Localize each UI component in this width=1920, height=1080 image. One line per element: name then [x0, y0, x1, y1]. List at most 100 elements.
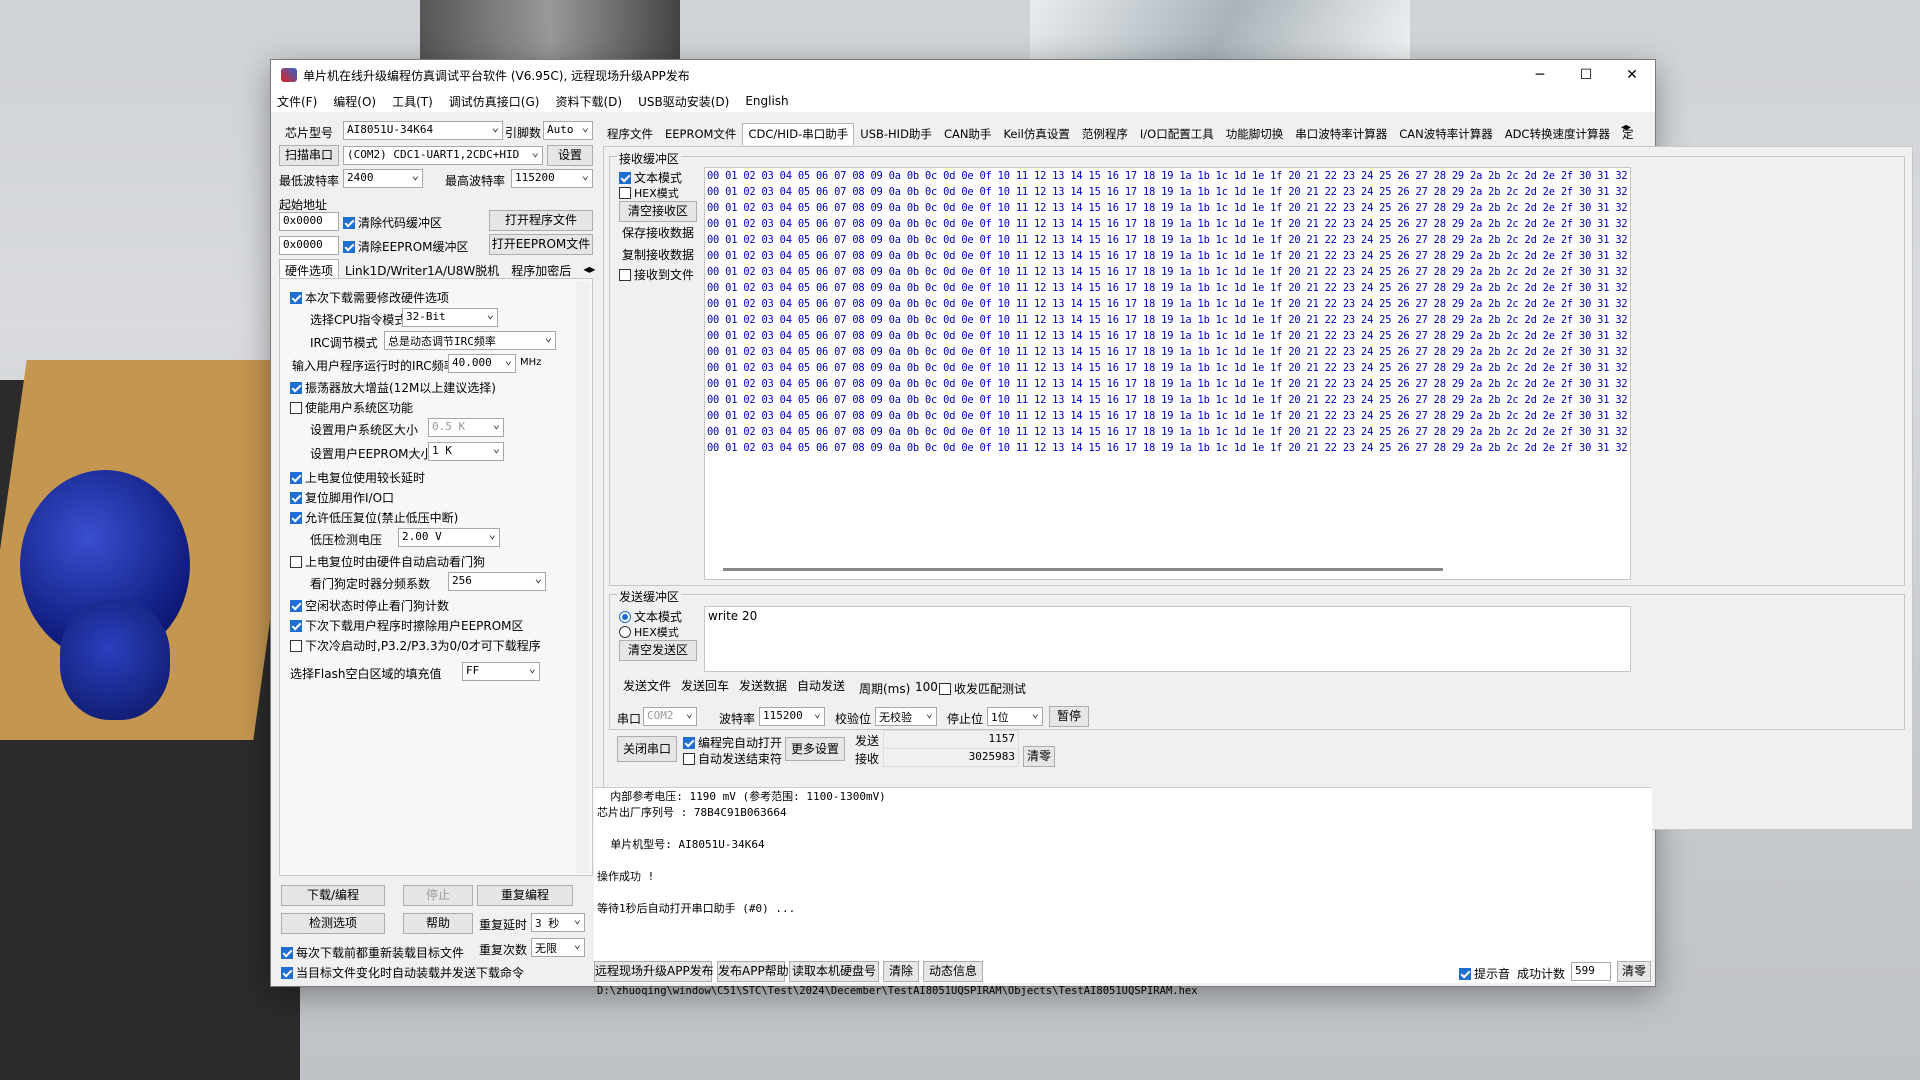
eeprom-size-select[interactable]: 1 K: [428, 442, 504, 461]
send-text-area[interactable]: write 20: [704, 606, 1631, 672]
save-receive-button[interactable]: 保存接收数据: [619, 223, 697, 244]
fill-value-select[interactable]: FF: [462, 662, 540, 681]
menu-download[interactable]: 资料下载(D): [555, 93, 622, 110]
scan-port-button[interactable]: 扫描串口: [279, 145, 339, 166]
log-output[interactable]: 内部参考电压: 1190 mV (参考范围: 1100-1300mV) 芯片出厂序…: [594, 787, 1652, 983]
system-size-select[interactable]: 0.5 K: [428, 418, 504, 437]
more-settings-button[interactable]: 更多设置: [785, 737, 845, 761]
tab-scroll-arrows[interactable]: ◂▸: [1621, 122, 1631, 133]
baud-select[interactable]: 115200: [759, 707, 825, 726]
copy-receive-button[interactable]: 复制接收数据: [619, 245, 697, 266]
irc-mode-select[interactable]: 总是动态调节IRC频率: [384, 331, 556, 350]
clear-receive-button[interactable]: 清空接收区: [619, 201, 697, 222]
parity-select[interactable]: 无校验: [875, 707, 937, 726]
menu-usb-driver[interactable]: USB驱动安装(D): [638, 93, 729, 110]
clear-send-button[interactable]: 清空发送区: [619, 640, 697, 661]
menu-tools[interactable]: 工具(T): [392, 93, 433, 110]
auto-open-checkbox[interactable]: 编程完自动打开: [683, 734, 782, 751]
irc-freq-select[interactable]: 40.000: [448, 354, 516, 373]
dynamic-info-button[interactable]: 动态信息: [923, 961, 983, 982]
osc-gain-checkbox[interactable]: 振荡器放大增益(12M以上建议选择): [290, 379, 496, 396]
min-baud-select[interactable]: 2400: [343, 169, 423, 188]
tab-io-config[interactable]: I/O口配置工具: [1134, 123, 1220, 145]
menu-english[interactable]: English: [745, 94, 788, 108]
power-delay-checkbox[interactable]: 上电复位使用较长延时: [290, 469, 425, 486]
send-hex-mode-radio[interactable]: HEX模式: [619, 624, 679, 640]
lvd-reset-checkbox[interactable]: 允许低压复位(禁止低压中断): [290, 509, 458, 526]
clear-log-button[interactable]: 清除: [883, 961, 919, 982]
receive-text-area[interactable]: 00 01 02 03 04 05 06 07 08 09 0a 0b 0c 0…: [704, 167, 1631, 580]
receive-to-file-checkbox[interactable]: 接收到文件: [619, 266, 694, 283]
tab-adc-calc[interactable]: ADC转换速度计算器: [1499, 123, 1616, 145]
menu-file[interactable]: 文件(F): [277, 93, 317, 110]
tab-baud-calc[interactable]: 串口波特率计算器: [1289, 123, 1393, 145]
clear-code-checkbox[interactable]: 清除代码缓冲区: [343, 214, 442, 231]
lvd-voltage-select[interactable]: 2.00 V: [398, 528, 500, 547]
reset-io-checkbox[interactable]: 复位脚用作I/O口: [290, 489, 394, 506]
remote-publish-button[interactable]: 远程现场升级APP发布: [594, 961, 714, 982]
clear-eeprom-checkbox[interactable]: 清除EEPROM缓冲区: [343, 238, 469, 255]
clear-count-button[interactable]: 清零: [1023, 746, 1055, 767]
menu-debug[interactable]: 调试仿真接口(G): [449, 93, 540, 110]
download-button[interactable]: 下载/编程: [281, 885, 385, 906]
send-return-button[interactable]: 发送回车: [677, 676, 733, 697]
setup-button[interactable]: 设置: [547, 145, 593, 166]
tab-usb-hid[interactable]: USB-HID助手: [854, 123, 938, 145]
close-port-button[interactable]: 关闭串口: [617, 736, 677, 762]
beep-checkbox[interactable]: 提示音: [1459, 965, 1510, 982]
user-system-checkbox[interactable]: 使能用户系统区功能: [290, 399, 413, 416]
send-file-button[interactable]: 发送文件: [619, 676, 675, 697]
pin-select[interactable]: Auto: [543, 121, 593, 140]
tab-examples[interactable]: 范例程序: [1076, 123, 1134, 145]
modify-options-checkbox[interactable]: 本次下载需要修改硬件选项: [290, 289, 449, 306]
menu-program[interactable]: 编程(O): [333, 93, 376, 110]
repeat-delay-select[interactable]: 3 秒: [531, 913, 585, 932]
auto-on-change-checkbox[interactable]: 当目标文件变化时自动装载并发送下载命令: [281, 964, 524, 981]
eeprom-address-input[interactable]: 0x0000: [279, 236, 339, 255]
stop-button[interactable]: 停止: [403, 885, 473, 906]
recv-hex-mode-checkbox[interactable]: HEX模式: [619, 185, 679, 201]
reset-count-button[interactable]: 清零: [1617, 961, 1651, 982]
pause-button[interactable]: 暂停: [1049, 706, 1089, 727]
receive-hscrollbar[interactable]: [723, 568, 1443, 571]
options-scrollbar[interactable]: [576, 281, 590, 873]
help-button[interactable]: 帮助: [403, 913, 473, 934]
cpu-mode-select[interactable]: 32-Bit: [402, 308, 498, 327]
reprogram-button[interactable]: 重复编程: [477, 885, 573, 906]
minimize-button[interactable]: ─: [1517, 60, 1563, 90]
open-eeprom-button[interactable]: 打开EEPROM文件: [489, 234, 593, 255]
close-button[interactable]: ✕: [1609, 60, 1655, 90]
maximize-button[interactable]: ☐: [1563, 60, 1609, 90]
check-options-button[interactable]: 检测选项: [281, 913, 385, 934]
tab-pin-switch[interactable]: 功能脚切换: [1220, 123, 1290, 145]
publish-help-button[interactable]: 发布APP帮助: [717, 961, 789, 982]
period-value[interactable]: 100: [915, 680, 938, 694]
repeat-count-select[interactable]: 无限: [531, 938, 585, 957]
open-program-button[interactable]: 打开程序文件: [489, 210, 593, 231]
auto-send-button[interactable]: 自动发送: [793, 676, 849, 697]
send-text-mode-radio[interactable]: 文本模式: [619, 608, 682, 625]
serial-port-select[interactable]: COM2: [643, 707, 697, 726]
erase-eeprom-checkbox[interactable]: 下次下载用户程序时擦除用户EEPROM区: [290, 617, 524, 634]
reload-each-checkbox[interactable]: 每次下载前都重新装载目标文件: [281, 944, 464, 961]
send-data-button[interactable]: 发送数据: [735, 676, 791, 697]
match-test-checkbox[interactable]: 收发匹配测试: [939, 680, 1026, 697]
wdt-auto-checkbox[interactable]: 上电复位时由硬件自动启动看门狗: [290, 553, 485, 570]
tab-keil[interactable]: Keil仿真设置: [997, 123, 1075, 145]
tab-program-file[interactable]: 程序文件: [601, 123, 659, 145]
recv-text-mode-checkbox[interactable]: 文本模式: [619, 169, 682, 186]
read-disk-button[interactable]: 读取本机硬盘号: [789, 961, 879, 982]
stop-bits-select[interactable]: 1位: [987, 707, 1043, 726]
cold-boot-checkbox[interactable]: 下次冷启动时,P3.2/P3.3为0/0才可下载程序: [290, 637, 541, 654]
max-baud-select[interactable]: 115200: [511, 169, 593, 188]
auto-end-checkbox[interactable]: 自动发送结束符: [683, 750, 782, 767]
code-address-input[interactable]: 0x0000: [279, 212, 339, 231]
tab-serial-assistant[interactable]: CDC/HID-串口助手: [742, 123, 855, 145]
port-select[interactable]: (COM2) CDC1-UART1,2CDC+HID: [343, 146, 543, 165]
chip-select[interactable]: AI8051U-34K64: [343, 121, 503, 140]
wdt-idle-checkbox[interactable]: 空闲状态时停止看门狗计数: [290, 597, 449, 614]
tab-eeprom-file[interactable]: EEPROM文件: [659, 123, 742, 145]
wdt-div-select[interactable]: 256: [448, 572, 546, 591]
tab-can-baud-calc[interactable]: CAN波特率计算器: [1393, 123, 1499, 145]
tab-can[interactable]: CAN助手: [938, 123, 998, 145]
